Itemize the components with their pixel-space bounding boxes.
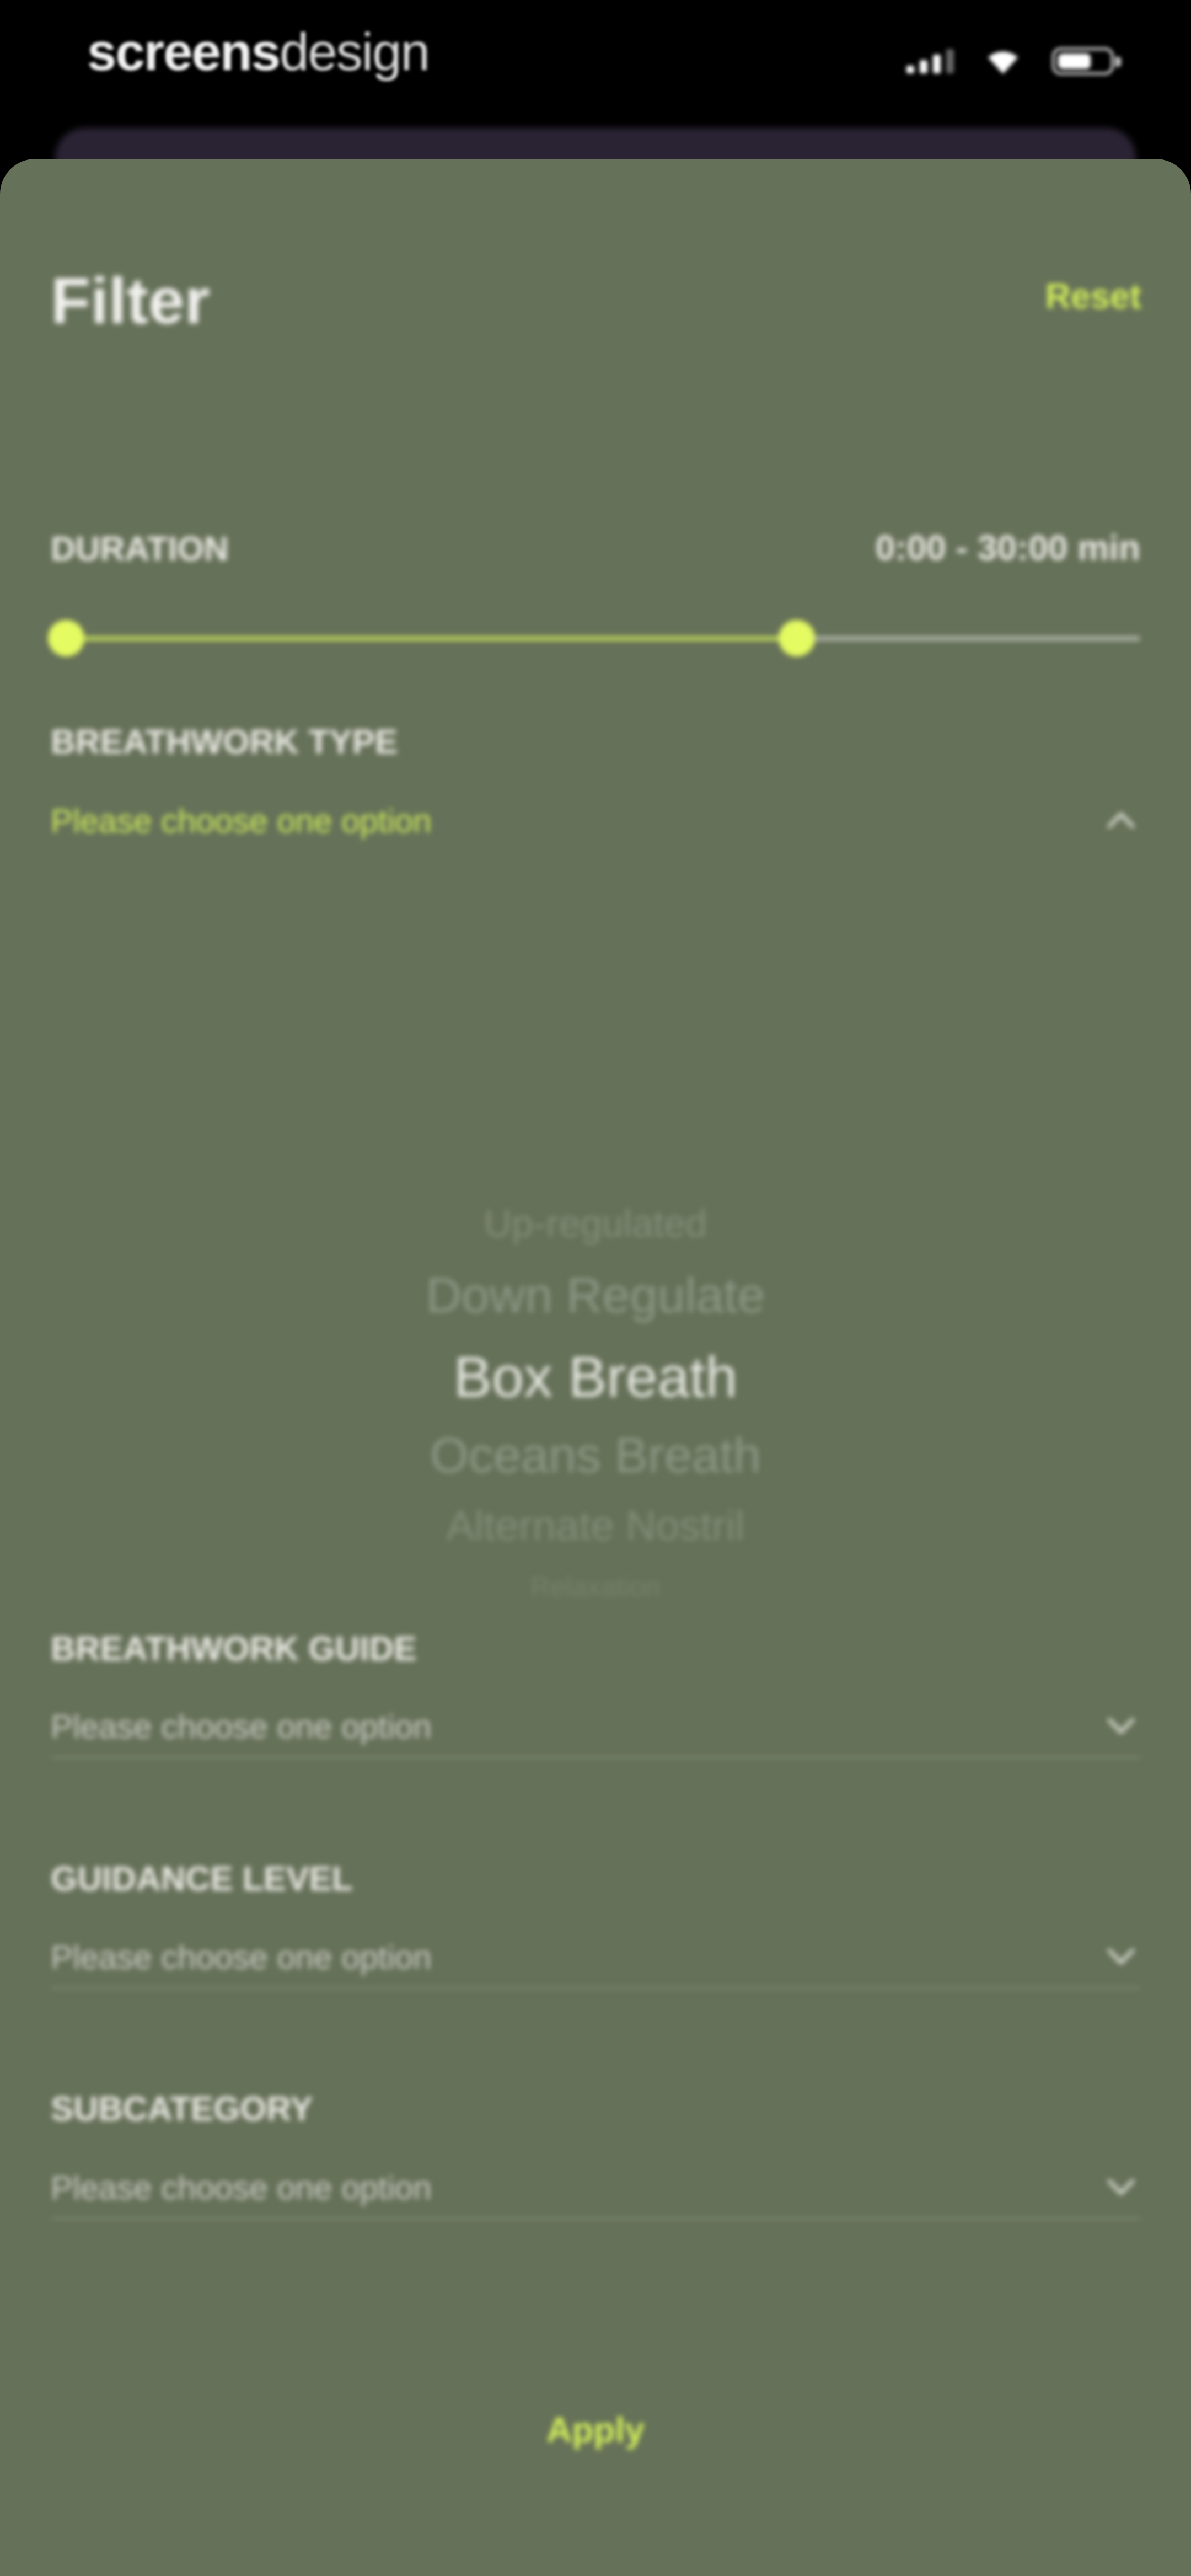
breathwork-guide-placeholder: Please choose one option: [51, 1708, 432, 1745]
breathwork-guide-label: BREATHWORK GUIDE: [51, 1630, 417, 1668]
brand-light: design: [279, 23, 430, 82]
chevron-down-icon[interactable]: [1102, 1709, 1140, 1742]
chevron-up-icon[interactable]: [1102, 803, 1140, 836]
brand-bold: screens: [87, 23, 281, 82]
guidance-level-dropdown[interactable]: Please choose one option: [51, 1928, 1140, 1989]
guidance-level-placeholder: Please choose one option: [51, 1939, 432, 1976]
wifi-icon: [988, 51, 1018, 74]
slider-thumb-max[interactable]: [778, 620, 815, 656]
breathwork-type-dropdown[interactable]: Please choose one option: [51, 792, 1140, 853]
picker-option[interactable]: Oceans Breath: [0, 1428, 1191, 1484]
divider: [51, 1756, 1140, 1759]
chevron-down-icon[interactable]: [1102, 1939, 1140, 1973]
reset-button[interactable]: Reset: [1045, 276, 1141, 317]
picker-option[interactable]: Alternate Nostril: [0, 1502, 1191, 1550]
filter-screen: screensdesign Filter Reset DURATION 0:00…: [0, 0, 1191, 2576]
breathwork-type-label: BREATHWORK TYPE: [51, 723, 398, 761]
duration-label: DURATION: [51, 530, 229, 568]
status-icons: [906, 47, 1121, 75]
signal-icon: [906, 49, 954, 73]
subcategory-label: SUBCATEGORY: [51, 2090, 313, 2128]
picker-option[interactable]: Down Regulate: [0, 1268, 1191, 1324]
breathwork-type-placeholder: Please choose one option: [51, 803, 432, 840]
chevron-down-icon[interactable]: [1102, 2170, 1140, 2203]
status-bar: screensdesign: [0, 0, 1191, 132]
page-title: Filter: [51, 265, 210, 338]
duration-value: 0:00 - 30:00 min: [875, 528, 1140, 568]
picker-option[interactable]: Relaxation: [0, 1571, 1191, 1603]
breathwork-type-picker[interactable]: Up-regulated Down Regulate Box Breath Oc…: [0, 1052, 1191, 1659]
filter-sheet: Filter Reset DURATION 0:00 - 30:00 min B…: [0, 159, 1191, 2576]
apply-button[interactable]: Apply: [0, 2409, 1191, 2450]
picker-option[interactable]: Up-regulated: [0, 1201, 1191, 1246]
breathwork-guide-dropdown[interactable]: Please choose one option: [51, 1698, 1140, 1759]
slider-track-active: [66, 637, 797, 640]
divider: [51, 2217, 1140, 2220]
subcategory-dropdown[interactable]: Please choose one option: [51, 2159, 1140, 2220]
divider: [51, 1987, 1140, 1989]
duration-range-slider[interactable]: [48, 617, 1140, 661]
guidance-level-label: GUIDANCE LEVEL: [51, 1860, 353, 1898]
slider-thumb-min[interactable]: [48, 620, 84, 656]
subcategory-placeholder: Please choose one option: [51, 2169, 432, 2206]
brand-watermark: screensdesign: [87, 22, 430, 83]
battery-icon: [1052, 47, 1121, 75]
picker-option-selected[interactable]: Box Breath: [0, 1345, 1191, 1410]
